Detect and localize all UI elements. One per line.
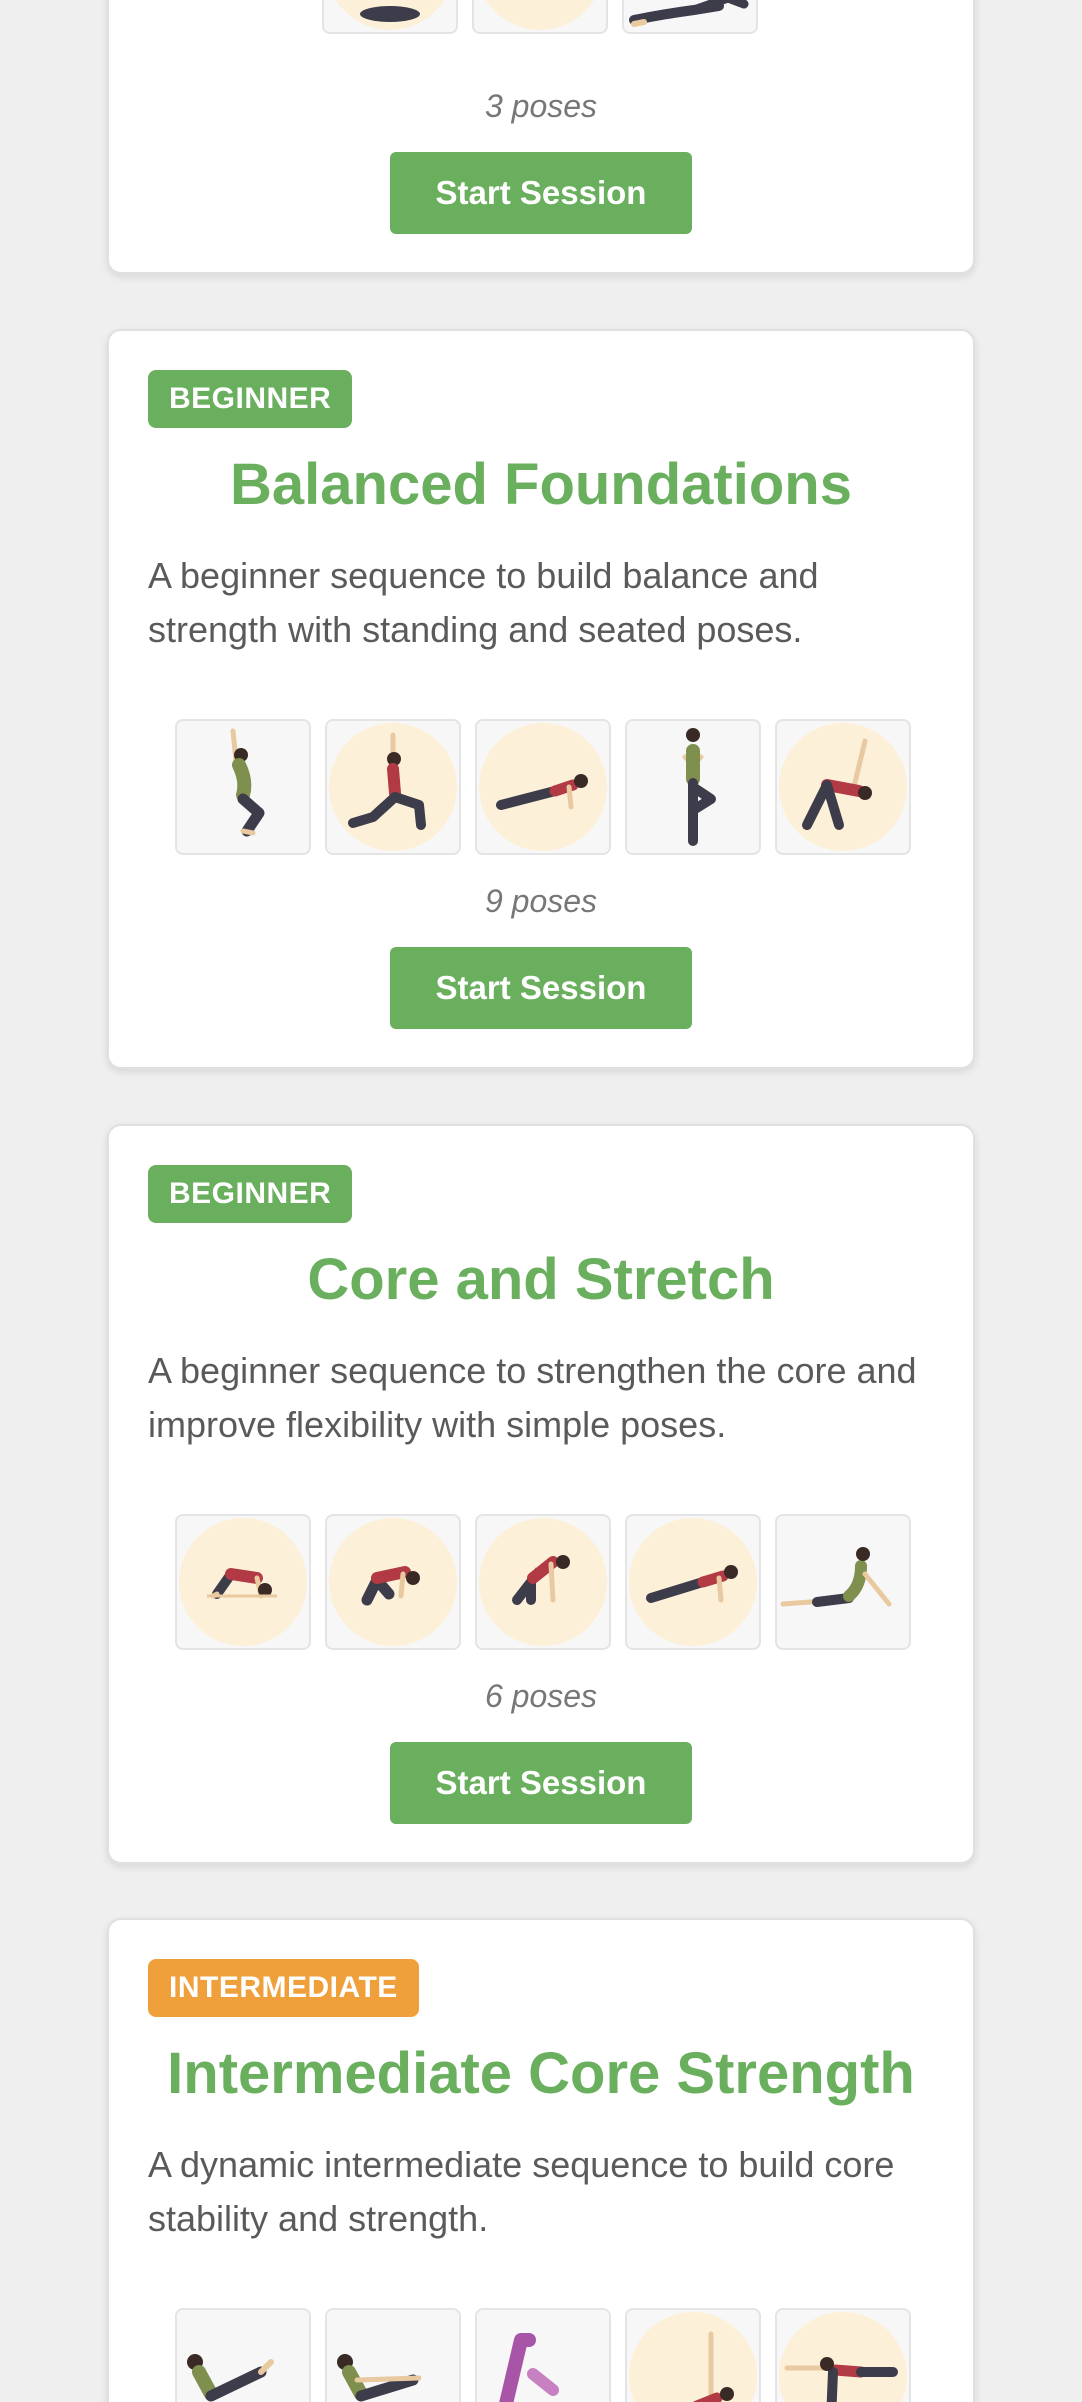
pose-count: 6 poses bbox=[484, 1678, 598, 1714]
start-session-button[interactable]: Start Session bbox=[390, 152, 692, 234]
session-description: A dynamic intermediate sequence to build… bbox=[148, 2144, 895, 2239]
bridge-pose-icon bbox=[207, 1568, 277, 1599]
pose-thumbnails bbox=[175, 1514, 911, 1650]
pose-thumbnail[interactable] bbox=[625, 1514, 761, 1650]
level-badge: BEGINNER bbox=[148, 370, 353, 428]
pose-figure-icon bbox=[474, 0, 606, 32]
session-title: Core and Stretch bbox=[307, 1247, 775, 1312]
downward-dog-pose-icon bbox=[499, 2333, 559, 2402]
session-list: 3 poses Start Session BEGINNER Balanced … bbox=[0, 0, 1082, 2402]
plank-pose-icon bbox=[496, 774, 588, 810]
pose-thumbnail[interactable] bbox=[325, 1514, 461, 1650]
plank-pose-icon bbox=[646, 1565, 738, 1603]
start-session-button[interactable]: Start Session bbox=[390, 947, 692, 1029]
pose-thumbnails bbox=[322, 0, 758, 34]
level-badge: INTERMEDIATE bbox=[148, 1959, 419, 2017]
warrior-three-pose-icon bbox=[784, 2357, 898, 2402]
session-description: A beginner sequence to build balance and… bbox=[148, 555, 819, 650]
cobra-pose-icon bbox=[780, 1547, 892, 1607]
pose-thumbnail[interactable] bbox=[775, 719, 911, 855]
pose-thumbnail[interactable] bbox=[325, 2308, 461, 2402]
half-boat-pose-icon bbox=[337, 2354, 422, 2402]
start-session-button[interactable]: Start Session bbox=[390, 1742, 692, 1824]
crescent-lunge-pose-icon bbox=[348, 732, 426, 830]
pose-thumbnail[interactable] bbox=[775, 2308, 911, 2402]
pose-thumbnail[interactable] bbox=[325, 719, 461, 855]
pose-count: 9 poses bbox=[484, 883, 598, 919]
session-description: A beginner sequence to strengthen the co… bbox=[148, 1350, 917, 1445]
pose-thumbnail[interactable] bbox=[775, 1514, 911, 1650]
pose-thumbnail[interactable] bbox=[625, 719, 761, 855]
session-card: BEGINNER Core and Stretch A beginner seq… bbox=[107, 1124, 975, 1864]
side-plank-pose-icon bbox=[693, 2331, 734, 2402]
pose-figure-icon bbox=[360, 6, 420, 22]
pose-thumbnail[interactable] bbox=[175, 719, 311, 855]
reclining-pose-icon bbox=[629, 0, 749, 27]
pose-thumbnail[interactable] bbox=[475, 1514, 611, 1650]
session-title: Intermediate Core Strength bbox=[167, 2041, 915, 2106]
pose-thumbnails bbox=[175, 719, 911, 855]
boat-pose-icon bbox=[187, 2354, 274, 2402]
childs-pose-icon bbox=[361, 1566, 420, 1606]
tree-pose-icon bbox=[682, 728, 716, 846]
pose-thumbnail[interactable] bbox=[475, 2308, 611, 2402]
pose-thumbnail[interactable] bbox=[625, 2308, 761, 2402]
pose-thumbnail[interactable] bbox=[175, 1514, 311, 1650]
pose-thumbnail[interactable] bbox=[622, 0, 758, 34]
pose-count: 3 poses bbox=[484, 88, 598, 124]
session-card: 3 poses Start Session bbox=[107, 0, 975, 274]
pose-thumbnail[interactable] bbox=[472, 0, 608, 34]
session-card: BEGINNER Balanced Foundations A beginner… bbox=[107, 329, 975, 1069]
chair-pose-icon bbox=[230, 728, 265, 837]
pose-thumbnail[interactable] bbox=[322, 0, 458, 34]
triangle-pose-icon bbox=[802, 738, 872, 830]
level-badge: BEGINNER bbox=[148, 1165, 353, 1223]
session-card: INTERMEDIATE Intermediate Core Strength … bbox=[107, 1918, 975, 2402]
tabletop-pose-icon bbox=[512, 1555, 570, 1605]
pose-thumbnail[interactable] bbox=[475, 719, 611, 855]
pose-thumbnail[interactable] bbox=[175, 2308, 311, 2402]
pose-thumbnails bbox=[175, 2308, 911, 2402]
session-title: Balanced Foundations bbox=[230, 452, 852, 517]
